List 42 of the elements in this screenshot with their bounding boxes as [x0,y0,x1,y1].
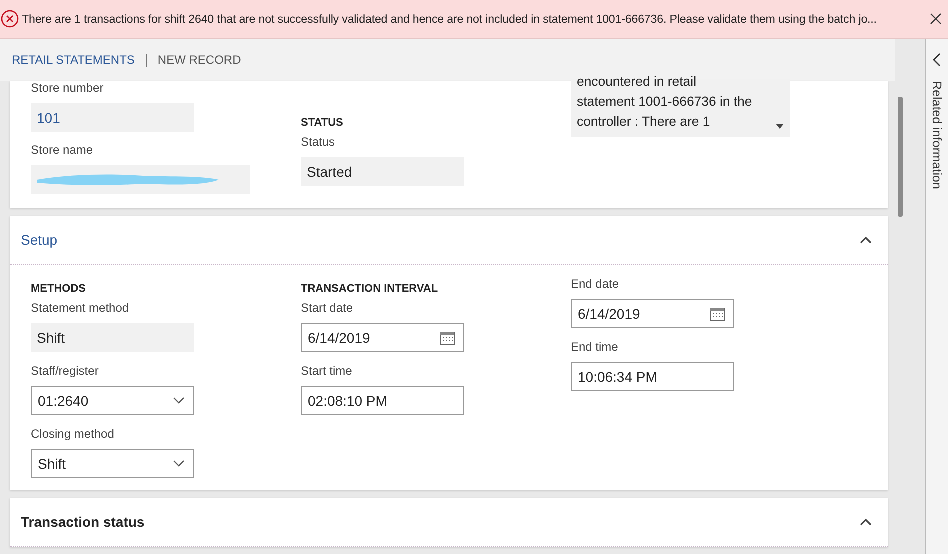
message-text: statement 1001-666736 in the [577,93,752,111]
field-label: Start date [301,301,354,316]
chevron-left-icon[interactable] [933,53,941,67]
field-label: Store name [31,143,94,158]
dropdown-field[interactable]: 01:2640 [31,386,194,415]
chevron-down-icon [173,460,185,467]
message-text: encountered in retail [577,73,698,91]
field-label: End date [571,277,620,292]
breadcrumb-link[interactable]: RETAIL STATEMENTS [12,53,135,67]
dropdown-field[interactable]: Shift [31,449,194,478]
store-number-field: 101 [31,103,194,132]
field-label: Staff/register [31,364,100,379]
readonly-field: Shift [31,323,194,352]
section-title[interactable]: Setup [21,232,58,248]
field-label: Status [301,135,336,150]
scrollbar-thumb[interactable] [898,97,903,217]
field-label: End time [571,340,620,355]
group-heading: TRANSACTION INTERVAL [301,282,440,297]
breadcrumb-current: NEW RECORD [158,53,242,67]
time-field[interactable]: 02:08:10 PM [301,386,464,415]
chevron-icon[interactable] [860,518,872,526]
time-field[interactable]: 10:06:34 PM [571,362,734,391]
error-message: There are 1 transactions for shift 2640 that are not successfully validated and hence are not included in statement 1001-666736. Please validate them using the batch jo... [22,12,878,26]
date-field[interactable]: 6/14/2019 [301,323,464,352]
error-icon [1,10,19,28]
dropdown-caret-icon[interactable] [776,124,784,129]
group-heading: STATUS [301,116,344,131]
message-text: controller : There are 1 [577,113,712,131]
group-heading: METHODS [31,282,87,297]
date-field[interactable]: 6/14/2019 [571,299,734,328]
chevron-icon[interactable] [860,236,872,244]
related-information-tab[interactable]: Related information [930,81,944,190]
close-button[interactable] [928,11,944,27]
chevron-down-icon [173,397,185,404]
field-label: Store number [31,81,105,96]
readonly-field: Started [301,157,464,186]
field-label: Start time [301,364,354,379]
field-label: Statement method [31,301,130,316]
field-label: Closing method [31,427,116,442]
calendar-icon[interactable] [710,306,725,320]
calendar-icon[interactable] [440,330,455,344]
section-title[interactable]: Transaction status [21,514,145,530]
